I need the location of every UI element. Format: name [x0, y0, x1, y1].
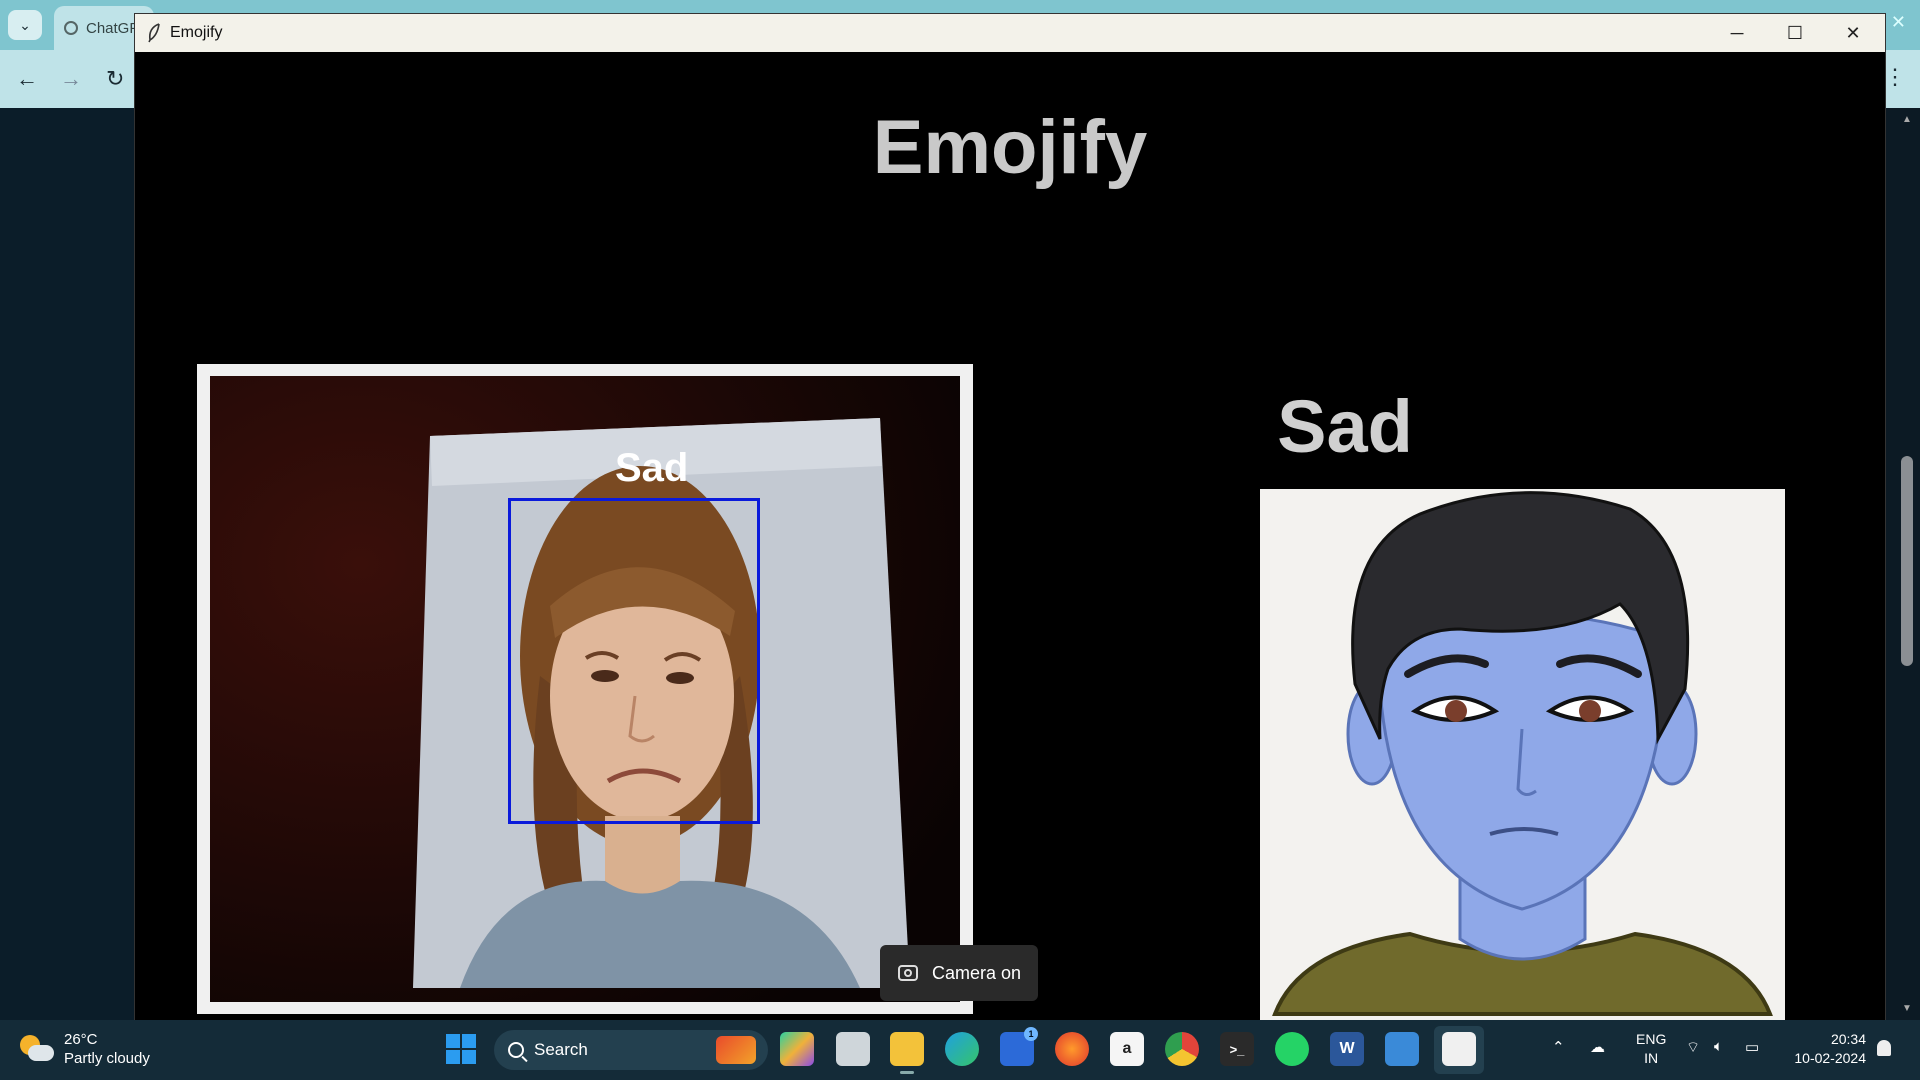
- taskbar: 26°C Partly cloudy Search 1 a >_ W ⌃ ☁ E…: [0, 1020, 1920, 1080]
- chatgpt-favicon-icon: [64, 21, 78, 35]
- volume-icon[interactable]: 🔈︎: [1714, 1038, 1723, 1055]
- browser-scrollbar[interactable]: ▲ ▼: [1895, 108, 1920, 1020]
- scrollbar-thumb[interactable]: [1901, 456, 1913, 666]
- clock-date: 10-02-2024: [1794, 1050, 1866, 1066]
- emotion-label: Sad: [1277, 385, 1413, 468]
- copilot-icon[interactable]: [780, 1032, 814, 1066]
- tab-search-button[interactable]: ⌄: [8, 10, 42, 40]
- whatsapp-icon[interactable]: [1275, 1032, 1309, 1066]
- feather-app-icon: [147, 23, 161, 43]
- browser-menu-icon[interactable]: ⋮: [1884, 64, 1906, 90]
- chrome-icon[interactable]: [1165, 1032, 1199, 1066]
- windows-start-icon[interactable]: [446, 1034, 476, 1064]
- pen-app-icon[interactable]: [1385, 1032, 1419, 1066]
- document-app-icon[interactable]: [1442, 1032, 1476, 1066]
- region-code: IN: [1644, 1050, 1659, 1066]
- tray-expand-icon[interactable]: ⌃: [1552, 1038, 1565, 1056]
- close-button[interactable]: ✕: [1824, 18, 1882, 48]
- window-titlebar[interactable]: Emojify ─ ☐ ✕: [135, 14, 1885, 52]
- firefox-icon[interactable]: [1055, 1032, 1089, 1066]
- browser-page-left: [0, 108, 135, 1020]
- clock-time: 20:34: [1830, 1031, 1866, 1047]
- face-detection-box: [508, 498, 760, 824]
- edge-icon[interactable]: [945, 1032, 979, 1066]
- emoji-avatar-panel: [1260, 489, 1785, 1029]
- file-explorer-icon[interactable]: [890, 1032, 924, 1074]
- window-title: Emojify: [170, 24, 223, 41]
- minimize-button[interactable]: ─: [1708, 18, 1766, 48]
- taskbar-search[interactable]: Search: [494, 1030, 768, 1070]
- amazon-icon[interactable]: a: [1110, 1032, 1144, 1066]
- camera-toast: Camera on: [880, 945, 1038, 1001]
- page-title: Emojify: [872, 105, 1148, 190]
- search-label: Search: [534, 1040, 588, 1059]
- face-emotion-label: Sad: [615, 446, 689, 490]
- notification-bell-icon[interactable]: [1877, 1040, 1891, 1056]
- wifi-icon[interactable]: ⌔: [1686, 1038, 1700, 1057]
- weather-desc: Partly cloudy: [64, 1050, 150, 1067]
- system-clock[interactable]: 20:34 10-02-2024: [1786, 1030, 1866, 1068]
- language-code: ENG: [1636, 1031, 1667, 1047]
- emojify-window: Emojify ─ ☐ ✕ Emojify Sad Sad Camera on: [135, 14, 1885, 1029]
- browser-close-icon[interactable]: ✕: [1891, 12, 1906, 33]
- back-arrow-icon[interactable]: ←: [16, 66, 38, 92]
- task-view-icon[interactable]: [836, 1032, 870, 1066]
- scroll-down-icon[interactable]: ▼: [1902, 1003, 1912, 1014]
- maximize-button[interactable]: ☐: [1766, 18, 1824, 48]
- language-indicator[interactable]: ENG IN: [1636, 1030, 1666, 1068]
- scroll-up-icon[interactable]: ▲: [1902, 114, 1912, 125]
- terminal-icon[interactable]: >_: [1220, 1032, 1254, 1066]
- store-badge: 1: [1024, 1027, 1038, 1041]
- forward-arrow-icon[interactable]: →: [60, 66, 82, 92]
- reload-icon[interactable]: ↻: [106, 66, 124, 92]
- partly-cloudy-icon: [20, 1035, 54, 1063]
- weather-temp: 26°C: [64, 1031, 98, 1048]
- weather-widget[interactable]: 26°C Partly cloudy: [20, 1030, 150, 1068]
- search-icon: [508, 1042, 524, 1058]
- battery-icon[interactable]: ▭: [1745, 1038, 1759, 1056]
- cloud-sync-icon[interactable]: ☁: [1590, 1038, 1605, 1056]
- search-highlight-icon: [716, 1036, 756, 1064]
- camera-icon: [898, 965, 918, 981]
- toast-text: Camera on: [932, 962, 1022, 983]
- camera-feed: Sad: [210, 376, 960, 1002]
- store-icon[interactable]: 1: [1000, 1027, 1038, 1066]
- sad-avatar-image: [1272, 491, 1773, 1016]
- word-icon[interactable]: W: [1330, 1032, 1364, 1066]
